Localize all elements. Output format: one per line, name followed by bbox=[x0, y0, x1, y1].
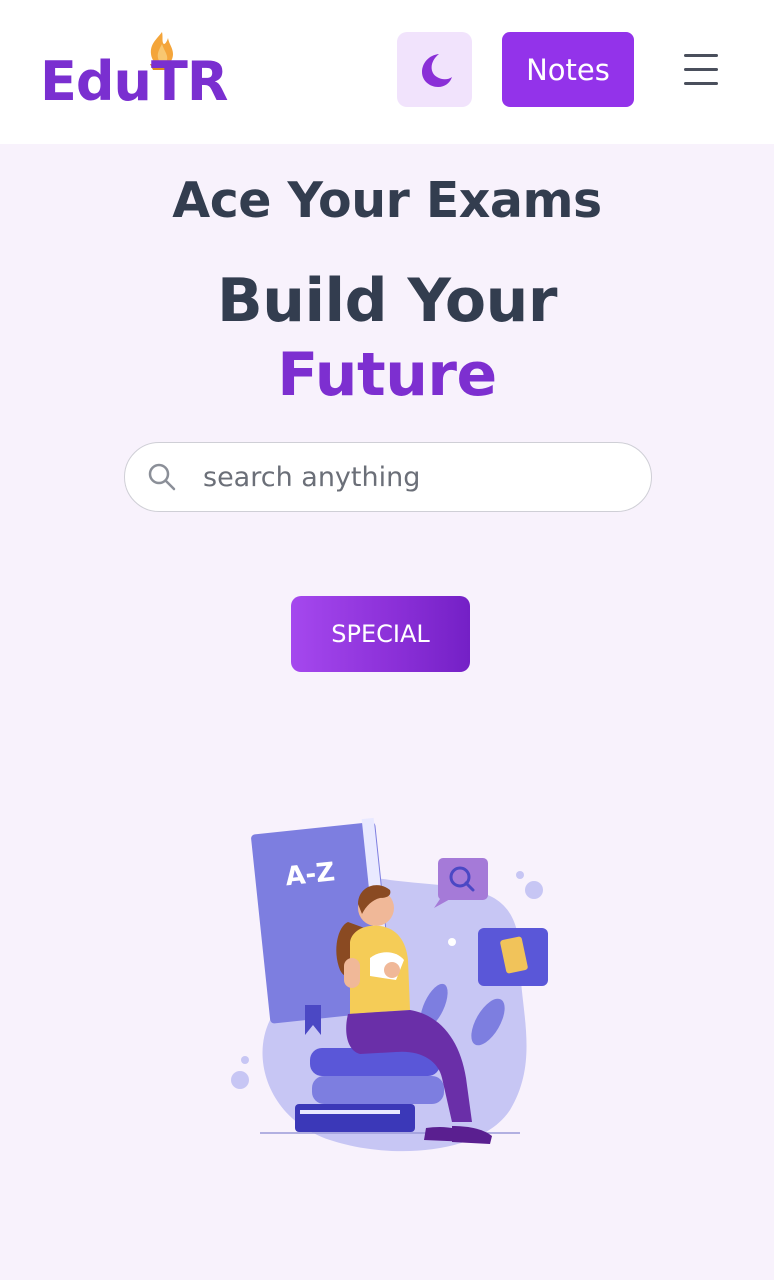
edutr-logo[interactable]: EduTR bbox=[40, 30, 230, 112]
book-cover-text: A-Z bbox=[284, 857, 337, 892]
moon-icon bbox=[421, 53, 452, 87]
theme-toggle-button[interactable] bbox=[397, 32, 472, 107]
student-reading-illustration: A-Z bbox=[231, 817, 548, 1152]
menu-bar-middle bbox=[684, 68, 718, 71]
menu-bar-bottom bbox=[684, 82, 718, 85]
menu-bar-top bbox=[684, 54, 718, 57]
search-icon[interactable] bbox=[147, 462, 177, 492]
hero-headline-line2: Future bbox=[277, 340, 497, 410]
special-button[interactable]: SPECIAL bbox=[291, 596, 470, 672]
hero-tagline: Ace Your Exams bbox=[172, 172, 602, 229]
notes-button[interactable]: Notes bbox=[502, 32, 634, 107]
hamburger-menu-button[interactable] bbox=[680, 50, 724, 90]
search-bar[interactable] bbox=[124, 442, 652, 512]
logo-text: EduTR bbox=[40, 50, 228, 113]
notebook-card-icon bbox=[478, 928, 548, 986]
top-header: EduTR Notes bbox=[0, 0, 774, 144]
hero-headline-line1: Build Your bbox=[217, 266, 557, 336]
search-input[interactable] bbox=[201, 443, 625, 512]
